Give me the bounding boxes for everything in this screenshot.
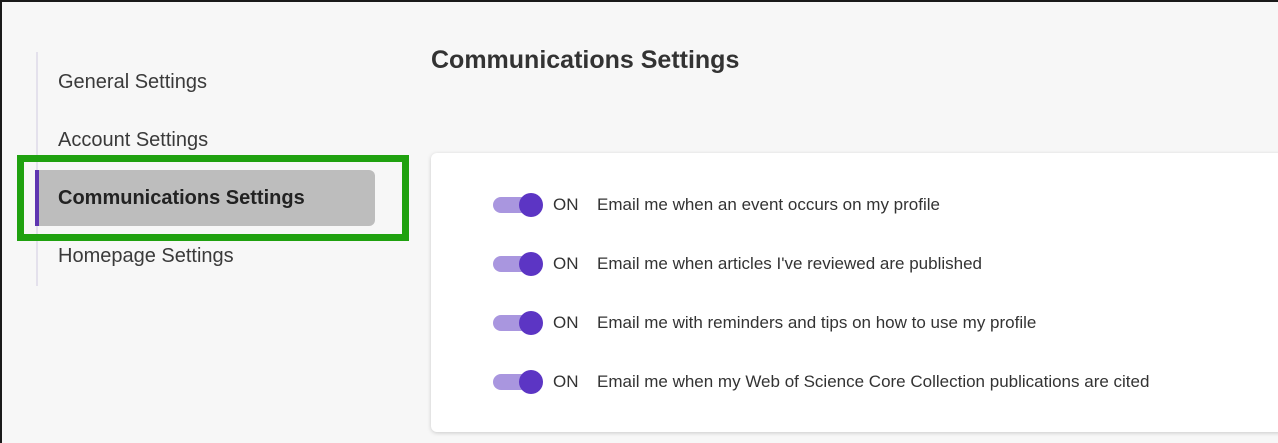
sidebar-item-label: Account Settings	[58, 128, 209, 151]
toggle-state-label: ON	[553, 254, 579, 273]
setting-label: Email me when articles I've reviewed are…	[597, 254, 982, 273]
sidebar-item-label: General Settings	[58, 70, 207, 93]
toggle-knob	[519, 370, 543, 394]
settings-sidebar: General Settings Account Settings Commun…	[35, 52, 384, 286]
app-frame: General Settings Account Settings Commun…	[0, 0, 1278, 443]
toggle-state-label: ON	[553, 372, 579, 391]
toggle-knob	[519, 193, 543, 217]
setting-row-profile-events: ON Email me when an event occurs on my p…	[491, 190, 940, 220]
toggle-knob	[519, 252, 543, 276]
toggle-switch[interactable]	[491, 310, 545, 336]
toggle-switch[interactable]	[491, 251, 545, 277]
toggle-switch[interactable]	[491, 369, 545, 395]
sidebar-item-label: Homepage Settings	[58, 244, 234, 267]
sidebar-item-label: Communications Settings	[58, 186, 305, 209]
setting-row-citations: ON Email me when my Web of Science Core …	[491, 367, 1149, 397]
setting-label: Email me when an event occurs on my prof…	[597, 195, 940, 214]
sidebar-item-general-settings[interactable]: General Settings	[38, 54, 378, 110]
toggle-switch[interactable]	[491, 192, 545, 218]
communications-settings-card: ON Email me when an event occurs on my p…	[431, 153, 1278, 432]
page-title: Communications Settings	[431, 46, 740, 74]
sidebar-item-homepage-settings[interactable]: Homepage Settings	[38, 228, 378, 284]
setting-label: Email me when my Web of Science Core Col…	[597, 372, 1150, 391]
setting-row-reminders-tips: ON Email me with reminders and tips on h…	[491, 308, 1036, 338]
toggle-knob	[519, 311, 543, 335]
toggle-state-label: ON	[553, 313, 579, 332]
toggle-state-label: ON	[553, 195, 579, 214]
sidebar-item-communications-settings[interactable]: Communications Settings	[35, 170, 375, 226]
sidebar-item-account-settings[interactable]: Account Settings	[38, 112, 378, 168]
setting-row-reviewed-articles: ON Email me when articles I've reviewed …	[491, 249, 982, 279]
setting-label: Email me with reminders and tips on how …	[597, 313, 1037, 332]
